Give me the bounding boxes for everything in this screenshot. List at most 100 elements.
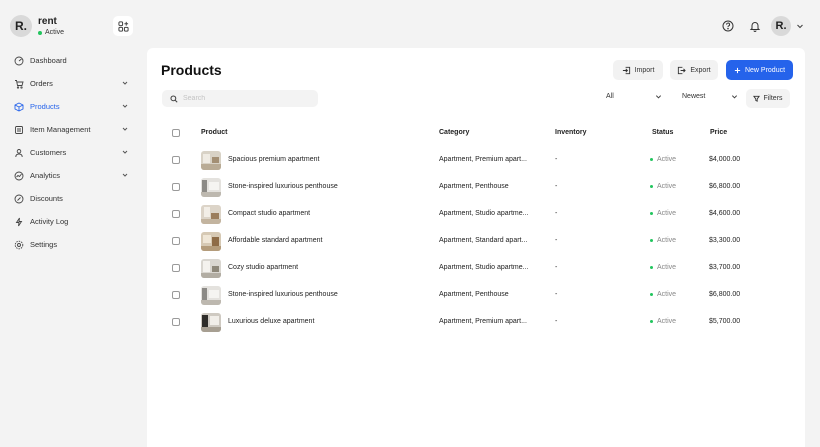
status-badge: Active [650,291,676,298]
export-icon [678,66,687,74]
sidebar-item-label: Customers [30,148,67,157]
column-header-inventory[interactable]: Inventory [555,129,587,136]
sidebar-item-settings[interactable]: Settings [14,233,132,256]
import-label: Import [634,66,655,74]
status-label: Active [657,210,677,217]
product-name[interactable]: Stone-inspired luxurious penthouse [228,183,338,190]
product-thumbnail [201,259,221,278]
category-select[interactable]: All [606,93,662,100]
status-badge: Active [650,318,676,325]
help-icon [722,20,734,32]
product-inventory: - [555,237,558,244]
activity-icon [14,217,24,227]
box-icon [14,101,24,112]
product-thumbnail [201,232,221,251]
bell-icon [749,22,761,32]
workspace-name: rent [38,16,57,27]
sidebar-item-label: Analytics [30,171,61,180]
notifications-button[interactable] [746,17,764,35]
product-name[interactable]: Cozy studio apartment [228,264,298,271]
product-price: $3,300.00 [709,237,741,244]
product-price: $6,800.00 [709,291,741,298]
filters-button[interactable]: Filters [746,89,790,108]
product-price: $3,700.00 [709,264,741,271]
product-thumbnail [201,205,221,224]
product-category: Apartment, Penthouse [439,183,509,190]
sidebar-item-discounts[interactable]: Discounts [14,187,132,210]
sidebar-item-dashboard[interactable]: Dashboard [14,49,132,72]
chevron-down-icon [122,104,128,108]
product-name[interactable]: Compact studio apartment [228,210,310,217]
chevron-down-icon[interactable] [796,22,804,30]
status-badge: Active [650,264,676,271]
sidebar-item-orders[interactable]: Orders [14,72,132,95]
clipboard-icon [14,125,24,135]
product-name[interactable]: Spacious premium apartment [228,156,319,163]
workspace-status-label: Active [45,29,65,36]
apps-grid-icon [117,20,129,32]
sidebar-item-activity-log[interactable]: Activity Log [14,210,132,233]
sidebar-item-label: Dashboard [30,56,67,65]
row-checkbox[interactable] [172,318,180,326]
status-badge: Active [650,156,676,163]
status-label: Active [657,291,677,298]
row-checkbox[interactable] [172,291,180,299]
sidebar-item-item-management[interactable]: Item Management [14,118,132,141]
search-input[interactable] [183,95,303,102]
row-checkbox[interactable] [172,210,180,218]
chevron-down-icon [655,95,662,99]
status-badge: Active [650,183,676,190]
status-label: Active [657,264,677,271]
apps-grid-button[interactable] [113,16,133,36]
product-category: Apartment, Premium apart... [439,318,527,325]
product-category: Apartment, Studio apartme... [439,210,529,217]
status-badge: Active [650,210,676,217]
filters-label: Filters [763,95,783,102]
status-dot [38,30,42,35]
select-all-checkbox[interactable] [172,129,180,137]
status-badge: Active [650,237,676,244]
status-dot [650,212,653,215]
status-dot [650,239,653,242]
product-name[interactable]: Stone-inspired luxurious penthouse [228,291,338,298]
column-header-product[interactable]: Product [201,129,227,136]
plus-icon [734,67,741,73]
chevron-down-icon [122,127,128,131]
row-checkbox[interactable] [172,183,180,191]
column-header-status[interactable]: Status [652,129,673,136]
help-button[interactable] [719,17,737,35]
product-thumbnail [201,178,221,197]
product-price: $5,700.00 [709,318,741,325]
new-product-button[interactable]: New Product [726,60,793,80]
import-button[interactable]: Import [613,60,663,80]
user-icon [14,148,24,158]
product-name[interactable]: Affordable standard apartment [228,237,322,244]
sidebar-item-analytics[interactable]: Analytics [14,164,132,187]
user-avatar[interactable]: R. [771,16,791,36]
product-thumbnail [201,286,221,305]
product-inventory: - [555,156,558,163]
row-checkbox[interactable] [172,156,180,164]
product-price: $4,000.00 [709,156,741,163]
row-checkbox[interactable] [172,264,180,272]
search-icon [170,94,178,103]
column-header-price[interactable]: Price [710,129,727,136]
sidebar-item-label: Item Management [30,125,91,134]
workspace-switcher[interactable]: R. rent Active [10,15,64,37]
status-dot [650,158,653,161]
product-inventory: - [555,318,558,325]
sort-select[interactable]: Newest [682,93,738,100]
search-field[interactable] [162,90,318,107]
column-header-category[interactable]: Category [439,129,469,136]
row-checkbox[interactable] [172,237,180,245]
sidebar-item-products[interactable]: Products [14,95,132,118]
chevron-down-icon [122,173,128,177]
sidebar-item-customers[interactable]: Customers [14,141,132,164]
product-category: Apartment, Penthouse [439,291,509,298]
filter-icon [753,95,761,102]
export-button[interactable]: Export [670,60,718,80]
export-label: Export [690,66,711,74]
sidebar-item-label: Activity Log [30,217,69,226]
product-name[interactable]: Luxurious deluxe apartment [228,318,314,325]
product-category: Apartment, Studio apartme... [439,264,529,271]
